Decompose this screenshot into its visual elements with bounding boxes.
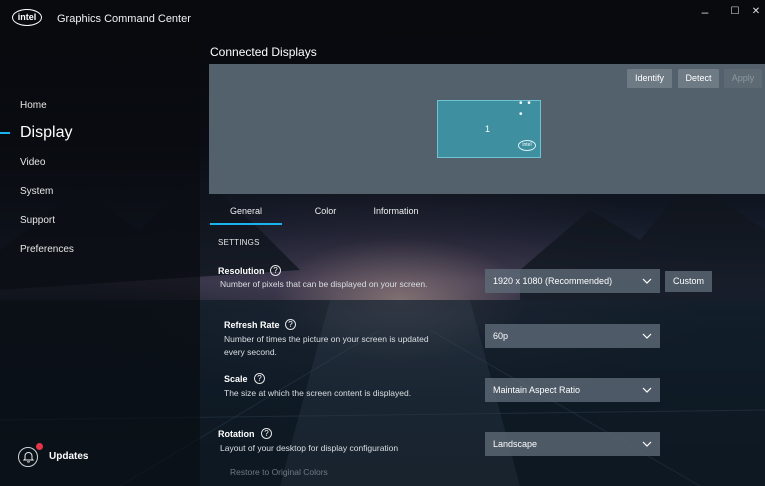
- app-title: Graphics Command Center: [57, 13, 191, 25]
- monitor-number: 1: [485, 124, 491, 134]
- rotation-value: Landscape: [493, 439, 538, 449]
- sidebar-item-support[interactable]: Support: [20, 215, 55, 226]
- resolution-value: 1920 x 1080 (Recommended): [493, 276, 613, 286]
- close-button[interactable]: ✕: [747, 4, 765, 24]
- bell-icon: [23, 452, 34, 463]
- refresh-rate-description-line1: Number of times the picture on your scre…: [224, 334, 429, 344]
- display-arrangement-panel: Identify Detect Apply • • • 1 intel: [209, 64, 765, 194]
- rotation-dropdown[interactable]: Landscape: [485, 432, 660, 456]
- custom-resolution-button[interactable]: Custom: [665, 271, 712, 292]
- tab-information[interactable]: Information: [360, 206, 432, 216]
- title-bar: intel Graphics Command Center – ☐ ✕: [0, 0, 765, 32]
- resolution-title: Resolution: [218, 266, 265, 276]
- chevron-down-icon: [642, 333, 652, 339]
- notification-badge: [36, 443, 43, 450]
- tab-general[interactable]: General: [210, 206, 282, 216]
- sidebar-item-system[interactable]: System: [20, 186, 53, 197]
- chevron-down-icon: [642, 278, 652, 284]
- updates-button[interactable]: [18, 447, 38, 467]
- monitor-tile-1[interactable]: • • • 1 intel: [437, 98, 541, 158]
- apply-button[interactable]: Apply: [724, 69, 762, 88]
- identify-button[interactable]: Identify: [627, 69, 672, 88]
- resolution-dropdown[interactable]: 1920 x 1080 (Recommended): [485, 269, 660, 293]
- sidebar-item-preferences[interactable]: Preferences: [20, 244, 74, 255]
- sidebar-item-video[interactable]: Video: [20, 157, 45, 168]
- rotation-title: Rotation: [218, 429, 255, 439]
- refresh-rate-title: Refresh Rate: [224, 320, 280, 330]
- chevron-down-icon: [642, 387, 652, 393]
- sidebar-item-display[interactable]: Display: [20, 124, 72, 142]
- intel-logo: intel: [12, 9, 42, 26]
- minimize-button[interactable]: –: [690, 4, 720, 24]
- monitor-intel-logo: intel: [518, 140, 536, 151]
- active-nav-indicator: [0, 132, 10, 134]
- rotation-help-icon[interactable]: ?: [261, 428, 272, 439]
- scale-help-icon[interactable]: ?: [254, 373, 265, 384]
- rotation-description: Layout of your desktop for display confi…: [220, 443, 399, 453]
- chevron-down-icon: [642, 441, 652, 447]
- sidebar-background: [0, 0, 200, 486]
- scale-dropdown[interactable]: Maintain Aspect Ratio: [485, 378, 660, 402]
- active-tab-underline: [210, 223, 282, 225]
- updates-label[interactable]: Updates: [49, 451, 88, 462]
- scale-value: Maintain Aspect Ratio: [493, 385, 581, 395]
- scale-description: The size at which the screen content is …: [224, 388, 412, 398]
- connected-displays-title: Connected Displays: [210, 45, 317, 59]
- settings-section-label: SETTINGS: [218, 238, 260, 247]
- scale-title: Scale: [224, 374, 248, 384]
- restore-original-colors-link[interactable]: Restore to Original Colors: [230, 467, 328, 477]
- sidebar-item-home[interactable]: Home: [20, 100, 47, 111]
- tab-color[interactable]: Color: [298, 206, 353, 216]
- refresh-rate-description-line2: every second.: [224, 347, 277, 357]
- refresh-rate-value: 60p: [493, 331, 509, 341]
- detect-button[interactable]: Detect: [678, 69, 719, 88]
- refresh-rate-dropdown[interactable]: 60p: [485, 324, 660, 348]
- refresh-rate-help-icon[interactable]: ?: [285, 319, 296, 330]
- monitor-options-icon[interactable]: • • •: [519, 98, 540, 120]
- maximize-button[interactable]: ☐: [720, 4, 750, 24]
- resolution-help-icon[interactable]: ?: [270, 265, 281, 276]
- resolution-description: Number of pixels that can be displayed o…: [220, 279, 428, 289]
